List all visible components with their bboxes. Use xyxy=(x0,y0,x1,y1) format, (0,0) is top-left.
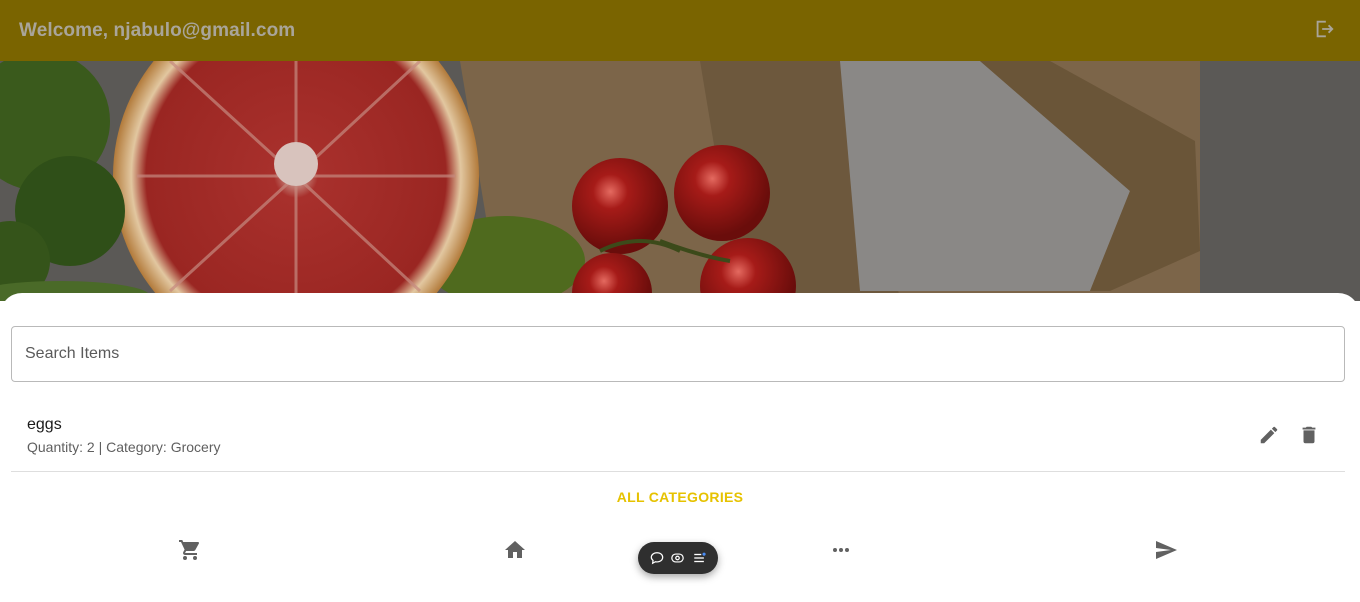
app-root: Welcome, njabulo@gmail.com Search Items … xyxy=(0,0,1360,602)
item-category: Category: Grocery xyxy=(106,439,221,455)
chat-bubble-icon xyxy=(650,552,663,565)
send-icon xyxy=(1156,541,1177,559)
nav-home-button[interactable] xyxy=(502,537,528,563)
visibility-button[interactable] xyxy=(669,549,687,567)
chat-button[interactable] xyxy=(648,549,666,567)
page-title: Welcome, njabulo@gmail.com xyxy=(19,19,296,41)
list-item: eggs Quantity: 2 | Category: Grocery xyxy=(11,406,1345,472)
item-quantity: Quantity: 2 xyxy=(27,439,95,455)
item-details: Quantity: 2 | Category: Grocery xyxy=(27,439,221,455)
app-header: Welcome, njabulo@gmail.com xyxy=(0,0,1360,61)
search-input[interactable] xyxy=(12,327,1344,381)
list-button[interactable] xyxy=(690,549,708,567)
hero-banner-image xyxy=(0,61,1360,301)
delete-icon xyxy=(1302,426,1316,444)
cart-icon xyxy=(179,540,200,560)
list-icon xyxy=(694,552,706,563)
edit-icon xyxy=(1260,426,1278,444)
floating-toolbar xyxy=(638,542,718,574)
home-icon xyxy=(505,541,525,558)
logout-button[interactable] xyxy=(1312,17,1336,41)
nav-more-button[interactable] xyxy=(828,537,854,563)
search-field[interactable] xyxy=(11,326,1345,382)
more-icon xyxy=(833,548,849,552)
item-separator: | xyxy=(94,439,107,455)
logout-icon xyxy=(1316,20,1334,38)
nav-cart-button[interactable] xyxy=(177,537,203,563)
delete-item-button[interactable] xyxy=(1297,423,1321,447)
nav-send-button[interactable] xyxy=(1153,537,1179,563)
item-name: eggs xyxy=(27,416,62,433)
eye-toggle-icon xyxy=(671,553,685,563)
edit-item-button[interactable] xyxy=(1257,423,1281,447)
all-categories-button[interactable]: ALL CATEGORIES xyxy=(0,489,1360,505)
